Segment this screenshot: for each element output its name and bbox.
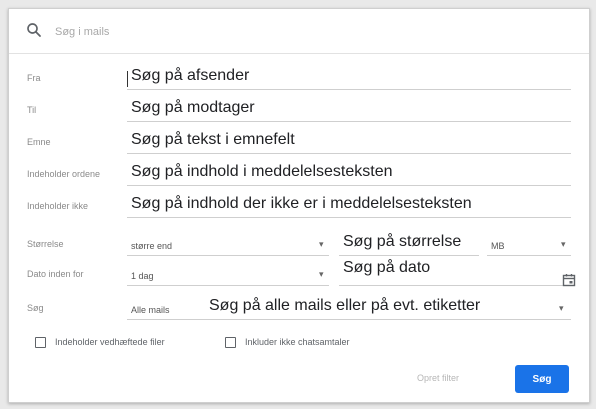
from-field-text: Søg på afsender: [131, 67, 250, 84]
subject-label: Emne: [27, 137, 51, 147]
dropdown-arrow-icon: ▾: [319, 239, 324, 249]
create-filter-link[interactable]: Opret filter: [417, 373, 459, 383]
size-unit-value: MB: [491, 241, 505, 251]
dropdown-arrow-icon: ▾: [559, 303, 564, 313]
size-label: Størrelse: [27, 239, 64, 249]
size-unit-select[interactable]: MB ▾: [487, 233, 571, 256]
row-date: Dato inden for 1 dag ▾ Søg på dato: [9, 259, 589, 291]
from-field[interactable]: Søg på afsender: [127, 67, 571, 90]
search-in-select[interactable]: Alle mails Søg på alle mails eller på ev…: [127, 297, 571, 320]
date-range-value: 1 dag: [131, 271, 154, 281]
attachments-checkbox[interactable]: [35, 337, 46, 348]
search-in-value: Alle mails: [131, 305, 170, 315]
subject-field-text: Søg på tekst i emnefelt: [131, 131, 295, 148]
row-no-words: Indeholder ikke Søg på indhold der ikke …: [9, 193, 589, 223]
date-input[interactable]: Søg på dato: [339, 259, 571, 286]
date-label: Dato inden for: [27, 269, 84, 279]
no-words-field[interactable]: Søg på indhold der ikke er i meddelelses…: [127, 195, 571, 218]
row-search-in: Søg Alle mails Søg på alle mails eller p…: [9, 295, 589, 325]
row-from: Fra Søg på afsender: [9, 65, 589, 95]
date-field-text: Søg på dato: [343, 259, 431, 276]
dropdown-arrow-icon: ▾: [319, 269, 324, 279]
dropdown-arrow-icon: ▾: [561, 239, 566, 249]
row-size: Størrelse større end ▾ Søg på størrelse …: [9, 231, 589, 261]
calendar-icon[interactable]: [562, 273, 576, 287]
size-field-text: Søg på størrelse: [343, 233, 462, 250]
text-cursor: [127, 71, 128, 87]
no-words-field-text: Søg på indhold der ikke er i meddelelses…: [131, 195, 472, 212]
to-field-text: Søg på modtager: [131, 99, 255, 116]
attachments-checkbox-label: Indeholder vedhæftede filer: [55, 337, 165, 347]
size-input[interactable]: Søg på størrelse: [339, 233, 479, 256]
row-subject: Emne Søg på tekst i emnefelt: [9, 129, 589, 159]
search-bar: [9, 9, 589, 54]
search-in-text: Søg på alle mails eller på evt. etikette…: [209, 297, 481, 314]
to-field[interactable]: Søg på modtager: [127, 99, 571, 122]
subject-field[interactable]: Søg på tekst i emnefelt: [127, 131, 571, 154]
has-words-field-text: Søg på indhold i meddelelsesteksten: [131, 163, 393, 180]
has-words-field[interactable]: Søg på indhold i meddelelsesteksten: [127, 163, 571, 186]
has-words-label: Indeholder ordene: [27, 169, 101, 179]
search-input[interactable]: [53, 20, 557, 44]
search-button[interactable]: Søg: [515, 365, 569, 393]
search-icon[interactable]: [25, 21, 43, 39]
no-chats-checkbox[interactable]: [225, 337, 236, 348]
no-chats-checkbox-label: Inkluder ikke chatsamtaler: [245, 337, 350, 347]
to-label: Til: [27, 105, 37, 115]
row-has-words: Indeholder ordene Søg på indhold i medde…: [9, 161, 589, 191]
date-range-select[interactable]: 1 dag ▾: [127, 263, 329, 286]
row-to: Til Søg på modtager: [9, 97, 589, 127]
advanced-search-panel: Fra Søg på afsender Til Søg på modtager …: [8, 8, 590, 403]
no-words-label: Indeholder ikke: [27, 201, 89, 211]
from-label: Fra: [27, 73, 41, 83]
size-operator-value: større end: [131, 241, 173, 251]
size-operator-select[interactable]: større end ▾: [127, 233, 329, 256]
search-in-label: Søg: [27, 303, 44, 313]
